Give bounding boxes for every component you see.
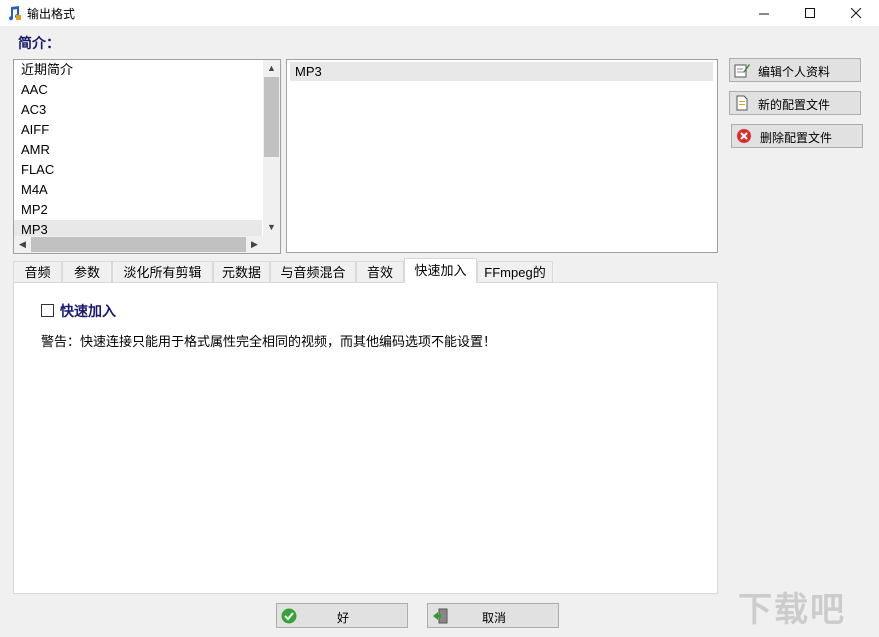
new-file-icon <box>736 95 748 111</box>
profile-detail-pane[interactable]: MP3 <box>286 59 718 253</box>
edit-profile-button[interactable]: 编辑个人资料 <box>729 58 861 82</box>
watermark-logo: 下载吧 <box>738 591 846 629</box>
tab-fade-all-clips[interactable]: 淡化所有剪辑 <box>112 261 213 282</box>
profile-item[interactable]: AC3 <box>14 100 262 120</box>
delete-profile-button[interactable]: 删除配置文件 <box>731 124 863 148</box>
profile-item[interactable]: MP2 <box>14 200 262 220</box>
cancel-button[interactable]: 取消 <box>427 603 559 628</box>
scroll-down-arrow-icon[interactable]: ▼ <box>263 219 280 236</box>
new-profile-label: 新的配置文件 <box>758 98 831 112</box>
profiles-label: 简介： <box>18 35 60 51</box>
close-button[interactable] <box>833 0 879 26</box>
tab-mix-with-audio[interactable]: 与音频混合 <box>270 261 356 282</box>
delete-icon <box>737 129 751 143</box>
edit-icon <box>734 64 750 78</box>
title-bar: 输出格式 <box>0 0 879 26</box>
minimize-button[interactable] <box>741 0 787 26</box>
window-title: 输出格式 <box>27 7 76 21</box>
profile-item[interactable]: AAC <box>14 80 262 100</box>
profile-item[interactable]: AMR <box>14 140 262 160</box>
delete-profile-label: 删除配置文件 <box>760 131 833 145</box>
quick-join-checkbox[interactable] <box>41 304 54 317</box>
maximize-icon <box>805 8 815 18</box>
scroll-left-arrow-icon[interactable]: ◀ <box>14 236 31 253</box>
tab-metadata[interactable]: 元数据 <box>213 261 270 282</box>
edit-profile-label: 编辑个人资料 <box>758 65 831 79</box>
profile-item[interactable]: 近期简介 <box>14 60 262 80</box>
maximize-button[interactable] <box>787 0 833 26</box>
detail-selected-row[interactable]: MP3 <box>290 62 713 81</box>
profile-item[interactable]: AIFF <box>14 120 262 140</box>
profile-list-horizontal-scrollbar[interactable]: ◀ ▶ <box>14 236 280 253</box>
tab-quick-join[interactable]: 快速加入 <box>404 258 477 283</box>
tab-audio[interactable]: 音频 <box>13 261 62 282</box>
tab-audio-effects[interactable]: 音效 <box>356 261 404 282</box>
quick-join-panel: 快速加入 警告：快速连接只能用于格式属性完全相同的视频，而其他编码选项不能设置！ <box>13 282 718 594</box>
quick-join-warning-text: 警告：快速连接只能用于格式属性完全相同的视频，而其他编码选项不能设置！ <box>41 334 497 349</box>
ok-button-label: 好 <box>336 611 349 625</box>
scroll-up-arrow-icon[interactable]: ▲ <box>263 60 280 77</box>
profile-item[interactable]: FLAC <box>14 160 262 180</box>
profile-list[interactable]: 近期简介 AAC AC3 AIFF AMR FLAC M4A MP2 MP3 ▲… <box>13 59 281 254</box>
scroll-right-arrow-icon[interactable]: ▶ <box>246 236 263 253</box>
minimize-icon <box>759 13 769 15</box>
new-profile-button[interactable]: 新的配置文件 <box>729 91 861 115</box>
vertical-scroll-thumb[interactable] <box>264 77 279 157</box>
profile-list-vertical-scrollbar[interactable]: ▲ ▼ <box>263 60 280 236</box>
ok-button[interactable]: 好 <box>276 603 408 628</box>
close-icon <box>851 8 862 19</box>
cancel-button-label: 取消 <box>481 611 506 625</box>
tab-parameters[interactable]: 参数 <box>62 261 112 282</box>
tab-ffmpeg[interactable]: FFmpeg的 <box>477 261 553 282</box>
profile-item[interactable]: M4A <box>14 180 262 200</box>
app-music-icon <box>9 6 21 21</box>
horizontal-scroll-thumb[interactable] <box>31 237 246 252</box>
quick-join-checkbox-label[interactable]: 快速加入 <box>60 301 116 321</box>
